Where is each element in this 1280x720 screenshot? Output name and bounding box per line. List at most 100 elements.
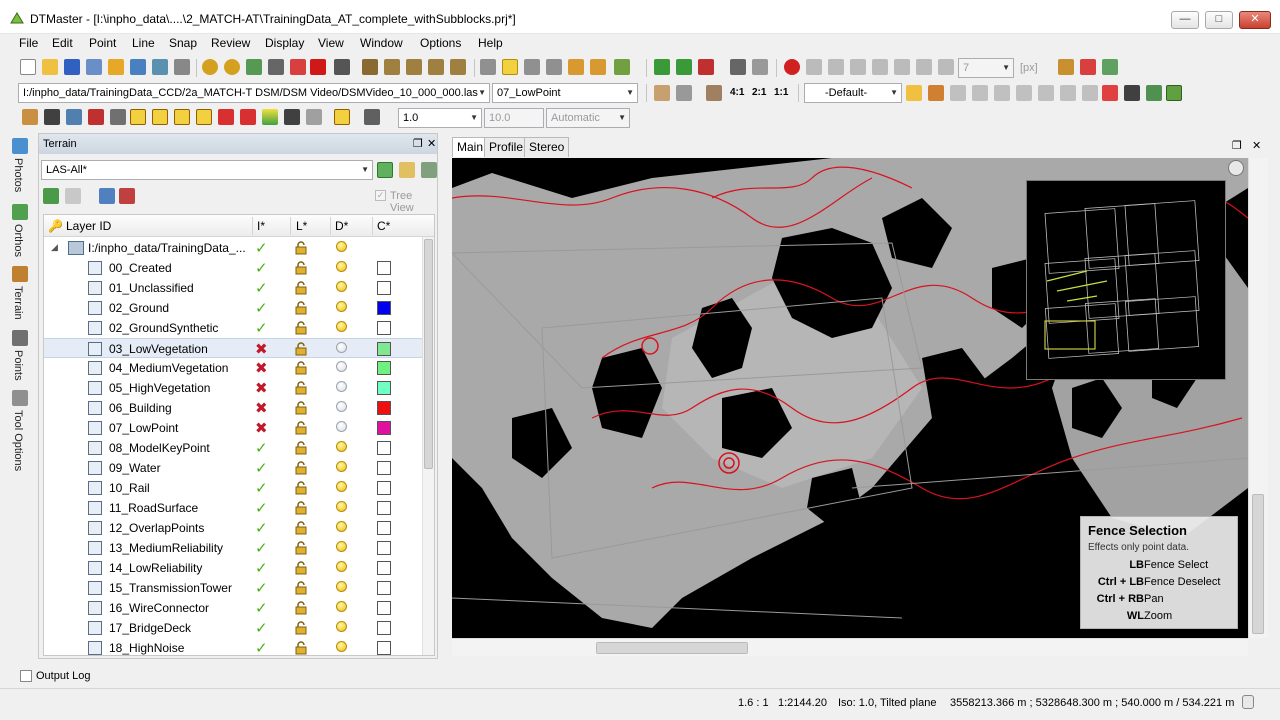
line-tool-icon[interactable] bbox=[110, 109, 126, 125]
layer-color-swatch[interactable] bbox=[377, 342, 391, 356]
display-bulb-icon[interactable] bbox=[336, 361, 347, 372]
tool-a-icon[interactable] bbox=[384, 59, 400, 75]
display-bulb-icon[interactable] bbox=[336, 441, 347, 452]
snap-e-icon[interactable] bbox=[894, 59, 910, 75]
root-import-check-icon[interactable]: ✓ bbox=[255, 239, 268, 257]
display-bulb-icon[interactable] bbox=[336, 621, 347, 632]
triangle-b-icon[interactable] bbox=[240, 109, 256, 125]
pan-hand-icon[interactable] bbox=[654, 85, 670, 101]
layer-color-swatch[interactable] bbox=[377, 641, 391, 655]
lock-icon[interactable] bbox=[294, 421, 308, 435]
col-display[interactable]: D* bbox=[335, 219, 348, 233]
display-bulb-icon[interactable] bbox=[336, 521, 347, 532]
menu-view[interactable]: View bbox=[318, 36, 344, 50]
dropdown-tool-icon[interactable] bbox=[614, 59, 630, 75]
lock-icon[interactable] bbox=[294, 342, 308, 356]
layer-row[interactable]: 09_Water ✓ bbox=[44, 458, 422, 478]
view-mode-select[interactable]: -Default- ▼ bbox=[804, 83, 902, 103]
layer-color-swatch[interactable] bbox=[377, 541, 391, 555]
layer-row[interactable]: 00_Created ✓ bbox=[44, 258, 422, 278]
color-ramp-icon[interactable] bbox=[262, 109, 278, 125]
import-check-icon[interactable]: ✓ bbox=[255, 459, 268, 477]
display-bulb-icon[interactable] bbox=[336, 401, 347, 412]
lock-icon[interactable] bbox=[294, 281, 308, 295]
map-horizontal-scrollbar[interactable] bbox=[452, 638, 1248, 656]
root-lock-icon[interactable] bbox=[294, 241, 308, 255]
menu-help[interactable]: Help bbox=[478, 36, 503, 50]
magic-wand-icon[interactable] bbox=[108, 59, 124, 75]
float-view-icon[interactable]: ❐ bbox=[1232, 139, 1242, 152]
lock-icon[interactable] bbox=[294, 641, 308, 655]
remove-icon[interactable] bbox=[119, 188, 135, 204]
lock-icon[interactable] bbox=[294, 561, 308, 575]
lock-icon[interactable] bbox=[294, 441, 308, 455]
fence-select-icon[interactable] bbox=[502, 59, 518, 75]
menu-options[interactable]: Options bbox=[420, 36, 461, 50]
undo-icon[interactable] bbox=[202, 59, 218, 75]
save-as-icon[interactable] bbox=[86, 59, 102, 75]
display-bulb-icon[interactable] bbox=[336, 581, 347, 592]
display-bulb-icon[interactable] bbox=[336, 381, 347, 392]
layer-color-swatch[interactable] bbox=[377, 461, 391, 475]
cross-edit-icon[interactable] bbox=[698, 59, 714, 75]
import-cross-icon[interactable]: ✖ bbox=[255, 359, 268, 377]
menu-edit[interactable]: Edit bbox=[52, 36, 73, 50]
split-icon[interactable] bbox=[730, 59, 746, 75]
refresh-layer-icon[interactable] bbox=[421, 162, 437, 178]
layer-row[interactable]: 08_ModelKeyPoint ✓ bbox=[44, 438, 422, 458]
area-b-icon[interactable] bbox=[152, 109, 168, 125]
menu-file[interactable]: File bbox=[19, 36, 38, 50]
import-check-icon[interactable]: ✓ bbox=[255, 539, 268, 557]
snap-g-icon[interactable] bbox=[938, 59, 954, 75]
display-bulb-icon[interactable] bbox=[336, 481, 347, 492]
snap-c-icon[interactable] bbox=[850, 59, 866, 75]
display-bulb-icon[interactable] bbox=[336, 461, 347, 472]
classify-b-icon[interactable] bbox=[590, 59, 606, 75]
layers-icon[interactable] bbox=[130, 59, 146, 75]
lock-icon[interactable] bbox=[294, 521, 308, 535]
grid-icon[interactable] bbox=[174, 59, 190, 75]
col-layer-id[interactable]: Layer ID bbox=[66, 219, 111, 233]
zoom-4-1-button[interactable]: 4:1 bbox=[730, 87, 744, 98]
step-value-input[interactable]: 7 ▼ bbox=[958, 58, 1014, 78]
layer-row[interactable]: 10_Rail ✓ bbox=[44, 478, 422, 498]
layer-row[interactable]: 11_RoadSurface ✓ bbox=[44, 498, 422, 518]
import-check-icon[interactable]: ✓ bbox=[255, 259, 268, 277]
map-vertical-scrollbar[interactable] bbox=[1248, 158, 1268, 638]
snap-f-icon[interactable] bbox=[916, 59, 932, 75]
layer-color-swatch[interactable] bbox=[377, 521, 391, 535]
layer-color-swatch[interactable] bbox=[377, 481, 391, 495]
delete-point-icon[interactable] bbox=[290, 59, 306, 75]
tool-b-icon[interactable] bbox=[406, 59, 422, 75]
layer-color-swatch[interactable] bbox=[377, 321, 391, 335]
layer-color-swatch[interactable] bbox=[377, 281, 391, 295]
tool-c-icon[interactable] bbox=[428, 59, 444, 75]
layer-color-swatch[interactable] bbox=[377, 361, 391, 375]
tab-stereo[interactable]: Stereo bbox=[524, 137, 570, 157]
scale-select[interactable]: 1.0 ▼ bbox=[398, 108, 482, 128]
snap-d-icon[interactable] bbox=[872, 59, 888, 75]
layer-row[interactable]: 02_Ground ✓ bbox=[44, 298, 422, 318]
import-check-icon[interactable]: ✓ bbox=[255, 279, 268, 297]
col-lock[interactable]: L* bbox=[296, 219, 307, 233]
lock-icon[interactable] bbox=[294, 401, 308, 415]
layer-color-swatch[interactable] bbox=[377, 561, 391, 575]
layer-row[interactable]: 13_MediumReliability ✓ bbox=[44, 538, 422, 558]
menu-point[interactable]: Point bbox=[89, 36, 116, 50]
delete-icon[interactable] bbox=[310, 59, 326, 75]
save-icon[interactable] bbox=[64, 59, 80, 75]
zoom-1-1-button[interactable]: 1:1 bbox=[774, 87, 788, 98]
import-check-icon[interactable]: ✓ bbox=[255, 319, 268, 337]
layer-color-swatch[interactable] bbox=[377, 381, 391, 395]
network-icon[interactable] bbox=[88, 109, 104, 125]
import-check-icon[interactable]: ✓ bbox=[255, 599, 268, 617]
layer-row[interactable]: 18_HighNoise ✓ bbox=[44, 638, 422, 655]
import-cross-icon[interactable]: ✖ bbox=[255, 340, 268, 358]
tab-points[interactable]: Points bbox=[12, 330, 30, 381]
layer-row[interactable]: 17_BridgeDeck ✓ bbox=[44, 618, 422, 638]
display-bulb-icon[interactable] bbox=[336, 301, 347, 312]
display-bulb-icon[interactable] bbox=[336, 281, 347, 292]
zoom-2-1-button[interactable]: 2:1 bbox=[752, 87, 766, 98]
layer-row[interactable]: 16_WireConnector ✓ bbox=[44, 598, 422, 618]
lock-icon[interactable] bbox=[294, 361, 308, 375]
